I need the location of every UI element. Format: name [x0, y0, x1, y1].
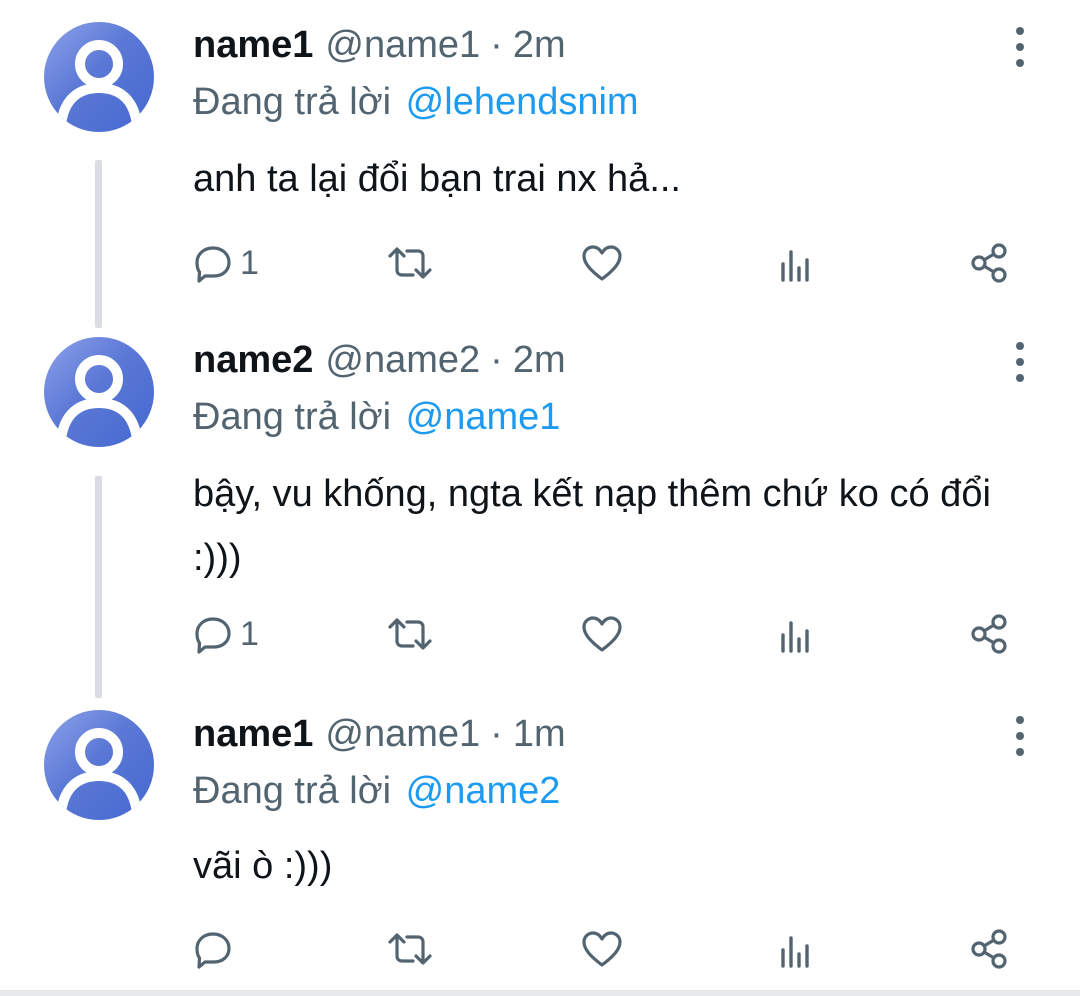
mention-link[interactable]: @lehendsnim [406, 81, 639, 123]
tweet-header: name1 @name1 · 2m [193, 20, 566, 70]
separator: · [490, 24, 503, 66]
default-avatar-icon [56, 355, 142, 441]
timestamp[interactable]: 1m [513, 709, 566, 759]
retweet-icon [388, 247, 432, 279]
share-icon [971, 243, 1007, 283]
views-icon [781, 936, 809, 968]
share-button[interactable] [968, 611, 1012, 657]
avatar[interactable] [44, 710, 154, 820]
reply-count: 1 [240, 614, 259, 653]
avatar[interactable] [44, 22, 154, 132]
thread-line [95, 160, 102, 328]
tweet-header: name2 @name2 · 2m [193, 335, 566, 385]
heart-icon [582, 616, 622, 652]
views-button[interactable] [776, 240, 816, 286]
action-bar: 1 [190, 611, 1020, 657]
replying-to: Đang trả lời @name2 [193, 766, 560, 816]
separator: · [490, 713, 503, 755]
reply-button[interactable] [192, 926, 240, 972]
action-bar: 1 [190, 240, 1020, 286]
avatar[interactable] [44, 337, 154, 447]
reply-icon [195, 617, 231, 654]
reply-icon [195, 246, 231, 283]
reply-icon [195, 932, 231, 969]
thread-line [95, 476, 102, 698]
more-options-button[interactable] [1008, 340, 1032, 384]
action-bar [190, 926, 1020, 972]
default-avatar-icon [56, 40, 142, 126]
replying-to: Đang trả lời @lehendsnim [193, 77, 639, 127]
mention-link[interactable]: @name2 [406, 770, 561, 812]
views-button[interactable] [776, 926, 816, 972]
like-button[interactable] [580, 611, 624, 657]
mention-link[interactable]: @name1 [406, 396, 561, 438]
default-avatar-icon [56, 728, 142, 814]
more-options-button[interactable] [1008, 714, 1032, 758]
display-name[interactable]: name1 [193, 709, 313, 759]
replying-prefix: Đang trả lời [193, 396, 392, 438]
reply-count: 1 [240, 243, 259, 282]
separator: · [490, 339, 503, 381]
views-button[interactable] [776, 611, 816, 657]
share-button[interactable] [968, 240, 1012, 286]
retweet-button[interactable] [386, 611, 434, 657]
more-vertical-icon [1016, 27, 1024, 35]
retweet-button[interactable] [386, 240, 434, 286]
retweet-icon [388, 618, 432, 650]
user-handle[interactable]: @name2 [325, 335, 480, 385]
share-icon [971, 614, 1007, 654]
display-name[interactable]: name1 [193, 20, 313, 70]
like-button[interactable] [580, 926, 624, 972]
share-icon [971, 929, 1007, 969]
like-button[interactable] [580, 240, 624, 286]
tweet-header: name1 @name1 · 1m [193, 709, 566, 759]
replying-prefix: Đang trả lời [193, 81, 392, 123]
reply-button[interactable]: 1 [192, 240, 259, 286]
user-handle[interactable]: @name1 [325, 20, 480, 70]
tweet-text: anh ta lại đổi bạn trai nx hả... [193, 158, 681, 200]
more-vertical-icon [1016, 342, 1024, 350]
views-icon [781, 621, 809, 653]
heart-icon [582, 931, 622, 967]
replying-prefix: Đang trả lời [193, 770, 392, 812]
views-icon [781, 250, 809, 282]
more-options-button[interactable] [1008, 25, 1032, 69]
reply-button[interactable]: 1 [192, 611, 259, 657]
user-handle[interactable]: @name1 [325, 709, 480, 759]
timestamp[interactable]: 2m [513, 20, 566, 70]
replying-to: Đang trả lời @name1 [193, 392, 560, 442]
retweet-button[interactable] [386, 926, 434, 972]
display-name[interactable]: name2 [193, 335, 313, 385]
timestamp[interactable]: 2m [513, 335, 566, 385]
divider [0, 990, 1080, 996]
tweet-text: bậy, vu khống, ngta kết nạp thêm chứ ko … [193, 473, 991, 579]
heart-icon [582, 245, 622, 281]
retweet-icon [388, 933, 432, 965]
tweet-text: vãi ò :))) [193, 845, 333, 887]
more-vertical-icon [1016, 716, 1024, 724]
share-button[interactable] [968, 926, 1012, 972]
